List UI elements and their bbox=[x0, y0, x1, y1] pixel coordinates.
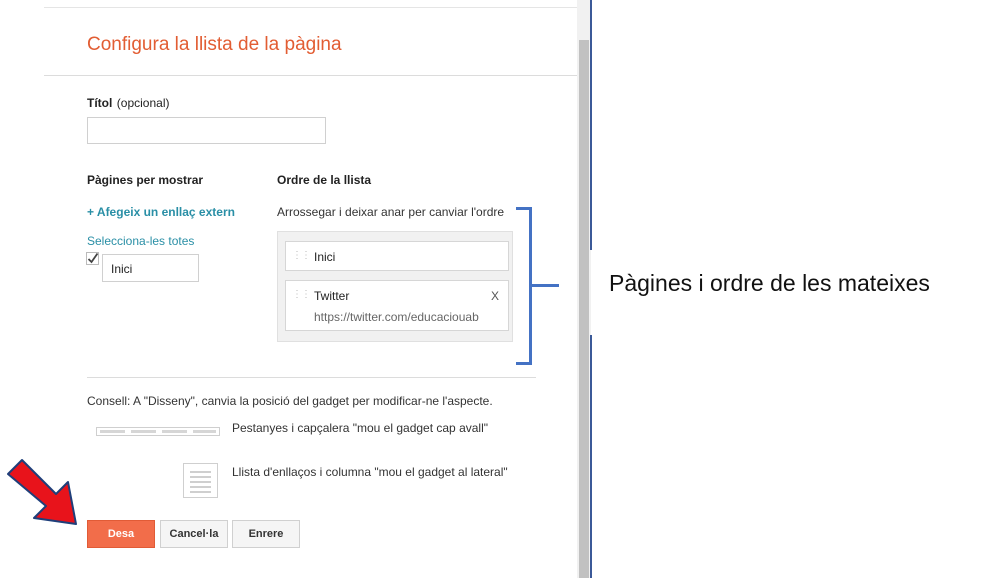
dialog-title: Configura la llista de la pàgina bbox=[87, 34, 342, 55]
tip-text: Consell: A "Disseny", canvia la posició … bbox=[87, 394, 493, 408]
red-arrow-icon bbox=[0, 450, 90, 530]
save-button[interactable]: Desa bbox=[87, 520, 155, 548]
top-border bbox=[44, 7, 577, 8]
add-external-link[interactable]: + Afegeix un enllaç extern bbox=[87, 205, 235, 219]
tabs-layout-icon bbox=[96, 423, 220, 436]
order-item-twitter[interactable]: ⋮⋮ Twitter X https://twitter.com/educaci… bbox=[285, 280, 509, 331]
drag-handle-icon[interactable]: ⋮⋮ bbox=[292, 289, 311, 300]
list-layout-icon bbox=[183, 463, 218, 498]
title-label: Títol bbox=[87, 96, 113, 110]
remove-item-button[interactable]: X bbox=[491, 289, 499, 303]
title-field-label: Títol (opcional) bbox=[87, 94, 169, 112]
cancel-button[interactable]: Cancel·la bbox=[160, 520, 228, 548]
page-checkbox-inici[interactable] bbox=[86, 252, 100, 266]
checkmark-icon bbox=[86, 252, 99, 265]
window-edge-line bbox=[590, 335, 592, 578]
bracket-pointer bbox=[532, 284, 559, 287]
order-item-label: Inici bbox=[314, 250, 336, 264]
pages-heading: Pàgines per mostrar bbox=[87, 173, 204, 187]
title-input[interactable] bbox=[87, 117, 326, 144]
order-hint: Arrossegar i deixar anar per canviar l'o… bbox=[277, 205, 505, 219]
bracket-bottom bbox=[516, 362, 532, 365]
back-button[interactable]: Enrere bbox=[232, 520, 300, 548]
order-item-label: Twitter bbox=[314, 289, 350, 303]
order-heading: Ordre de la llista bbox=[277, 173, 372, 187]
annotation-text: Pàgines i ordre de les mateixes bbox=[609, 270, 930, 296]
select-all-link[interactable]: Selecciona-les totes bbox=[87, 234, 194, 248]
title-optional-hint: (opcional) bbox=[116, 96, 170, 110]
window-edge-line bbox=[590, 0, 592, 250]
tabs-hint: Pestanyes i capçalera "mou el gadget cap… bbox=[232, 421, 489, 435]
scrollbar-thumb[interactable] bbox=[579, 40, 589, 578]
page-item-label: Inici bbox=[111, 262, 133, 276]
title-divider bbox=[44, 75, 577, 76]
tip-divider bbox=[87, 377, 536, 378]
drag-handle-icon[interactable]: ⋮⋮ bbox=[292, 250, 311, 261]
order-item-inici[interactable]: ⋮⋮ Inici bbox=[285, 241, 509, 271]
list-hint: Llista d'enllaços i columna "mou el gadg… bbox=[232, 465, 508, 479]
order-item-url: https://twitter.com/educaciouab bbox=[314, 310, 479, 324]
page-item-inici[interactable]: Inici bbox=[102, 254, 199, 282]
